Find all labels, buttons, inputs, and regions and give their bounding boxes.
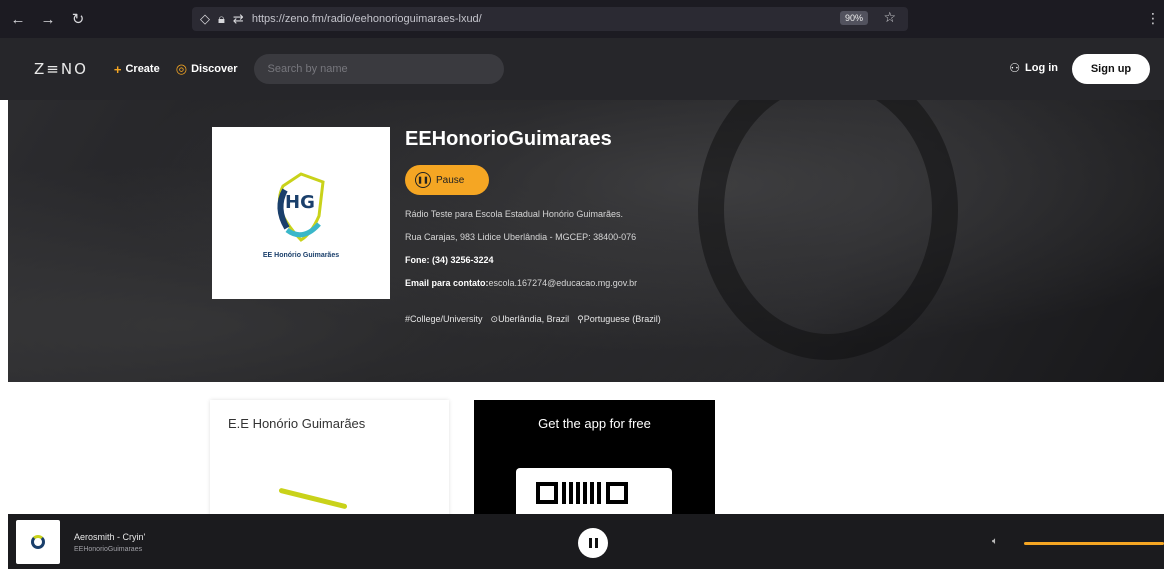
create-label: Create [125, 63, 160, 75]
content-card-title: E.E Honório Guimarães [228, 416, 366, 431]
microphone-background [698, 100, 958, 360]
pause-label: Pause [436, 174, 465, 186]
email-label: Email para contato: [405, 278, 489, 288]
overflow-menu-icon[interactable]: ⋮ [1146, 10, 1160, 27]
station-content-card: E.E Honório Guimarães [210, 400, 449, 530]
station-title: EEHonorioGuimaraes [405, 128, 612, 150]
hg-logo-initials: HG [285, 191, 315, 213]
qr-data [562, 482, 602, 504]
app-promo-title: Get the app for free [538, 416, 651, 431]
station-tags: #College/University ⊙Uberlândia, Brazil … [405, 314, 669, 325]
station-phone: Fone: (34) 3256-3224 [405, 255, 669, 265]
pause-icon: ❚❚ [415, 172, 431, 188]
tag-language[interactable]: ⚲Portuguese (Brazil) [577, 314, 661, 325]
login-label: Log in [1025, 62, 1058, 74]
site-header: Z≡NO + Create ◎ Discover ⚇ Log in Sign u… [0, 38, 1164, 100]
audio-player-bar: Aerosmith - Cryin' EEHonorioGuimaraes 🔈︎ [8, 514, 1164, 569]
discover-link[interactable]: ◎ Discover [176, 61, 238, 77]
search-input[interactable] [253, 54, 504, 84]
qr-finder-right [606, 482, 628, 504]
pause-icon [587, 538, 599, 548]
track-station: EEHonorioGuimaraes [74, 546, 143, 553]
tag-genre[interactable]: #College/University [405, 314, 483, 325]
url-text: https://zeno.fm/radio/eehonorioguimaraes… [251, 13, 482, 25]
hg-logo-icon: HG [261, 168, 341, 248]
permissions-icon[interactable]: ⇄ [233, 11, 244, 27]
logo-swoosh [278, 487, 348, 510]
logo-caption: EE Honório Guimarães [262, 251, 340, 259]
zoom-level-badge[interactable]: 90% [839, 11, 868, 25]
browser-toolbar: ← → ↻ ◇ 🔒︎ ⇄ https://zeno.fm/radio/eehon… [0, 0, 1164, 38]
login-link[interactable]: ⚇ Log in [1009, 61, 1058, 75]
phone-text: Fone: (34) 3256-3224 [405, 255, 494, 265]
track-title: Aerosmith - Cryin' [74, 532, 146, 542]
volume-slider[interactable] [1024, 542, 1164, 545]
discover-label: Discover [191, 63, 238, 75]
email-value[interactable]: escola.167274@educacao.mg.gov.br [489, 278, 638, 288]
station-logo-card: HG EE Honório Guimarães [212, 127, 390, 299]
app-promo-card: Get the app for free [474, 400, 715, 530]
station-hero: HG EE Honório Guimarães EEHonorioGuimara… [8, 100, 1164, 382]
user-icon: ⚇ [1009, 61, 1020, 75]
signup-button[interactable]: Sign up [1072, 54, 1150, 84]
qr-pattern [536, 482, 632, 504]
player-thumbnail[interactable] [16, 520, 60, 564]
shield-icon: ◇ [200, 11, 210, 26]
tag-location[interactable]: ⊙Uberlândia, Brazil [491, 314, 570, 325]
station-description: Rádio Teste para Escola Estadual Honório… [405, 209, 623, 219]
back-icon[interactable]: ← [6, 7, 30, 31]
bookmark-star-icon[interactable]: ☆ [883, 9, 896, 26]
plus-icon: + [113, 61, 122, 77]
player-pause-button[interactable] [578, 528, 608, 558]
volume-icon[interactable]: 🔈︎ [992, 536, 998, 547]
lock-icon: 🔒︎ [218, 11, 225, 26]
forward-icon[interactable]: → [36, 7, 60, 31]
station-mini-logo-icon [31, 535, 45, 549]
station-email: Email para contato:escola.167274@educaca… [405, 278, 669, 288]
station-info: EEHonorioGuimaraes ❚❚ Pause Rádio Teste … [405, 128, 669, 325]
qr-finder-left [536, 482, 558, 504]
compass-icon: ◎ [175, 61, 188, 76]
pause-button[interactable]: ❚❚ Pause [405, 165, 489, 195]
address-bar[interactable]: ◇ 🔒︎ ⇄ https://zeno.fm/radio/eehonoriogu… [192, 7, 908, 31]
create-link[interactable]: + Create [114, 62, 160, 77]
reload-icon[interactable]: ↻ [66, 7, 90, 31]
station-address: Rua Carajas, 983 Lidice Uberlândia - MGC… [405, 232, 637, 242]
zeno-logo[interactable]: Z≡NO [34, 60, 88, 78]
